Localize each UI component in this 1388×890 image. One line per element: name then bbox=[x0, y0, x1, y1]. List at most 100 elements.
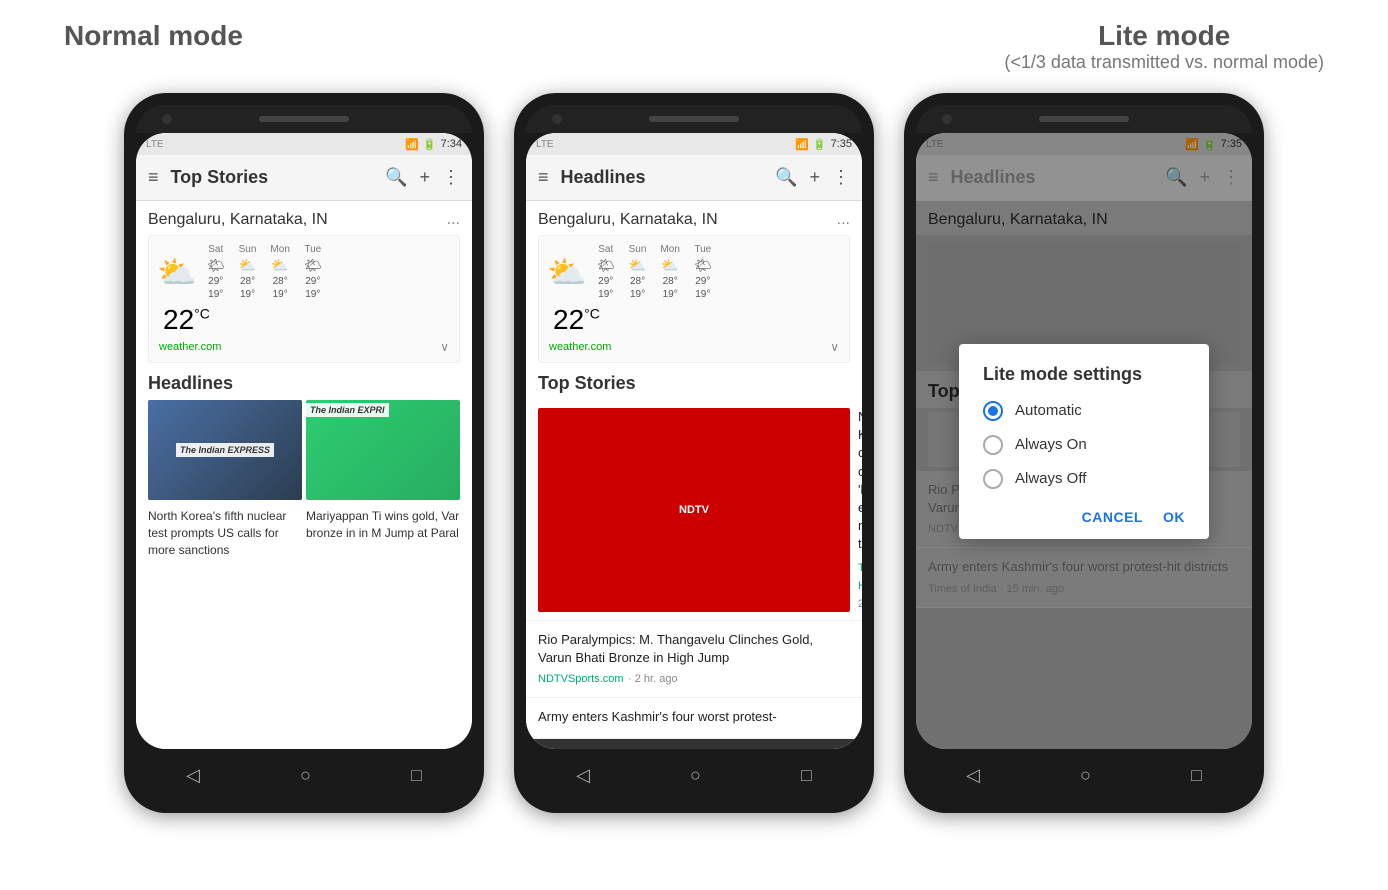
news-source-2: NDTVSports.com bbox=[538, 673, 624, 685]
news-source-1: The Hindu bbox=[858, 562, 862, 592]
dialog-title: Lite mode settings bbox=[983, 364, 1185, 385]
phone-lite: LTE 📶 🔋 7:35 ≡ Headlines 🔍 + ⋮ Bengaluru… bbox=[514, 93, 874, 813]
weather-icon-large-2: ⛅ bbox=[547, 253, 587, 291]
phone-bottom-bar-3: ◁ ○ □ bbox=[916, 749, 1252, 801]
search-icon-2[interactable]: 🔍 bbox=[775, 167, 797, 188]
news-item-1[interactable]: NDTV N. Korea carries out 'biggest ever'… bbox=[526, 400, 862, 621]
speaker-2 bbox=[649, 116, 739, 122]
add-icon-1[interactable]: + bbox=[419, 167, 430, 188]
news-img-2: The Indian EXPRI bbox=[306, 400, 460, 500]
status-time-2: 7:35 bbox=[831, 138, 852, 150]
weather-icon-large-1: ⛅ bbox=[157, 253, 197, 291]
status-time-1: 7:34 bbox=[441, 138, 462, 150]
weather-expand-1[interactable]: ∨ bbox=[440, 340, 449, 354]
weather-widget-1: ⛅ Sat 🌤 29° 19° Sun ⛅ 28° bbox=[148, 235, 460, 363]
phone-top-bar-2 bbox=[526, 105, 862, 133]
lite-mode-settings-dialog: Lite mode settings Automatic Always On bbox=[959, 344, 1209, 539]
dialog-option-always-on[interactable]: Always On bbox=[983, 435, 1185, 455]
more-icon-1[interactable]: ⋮ bbox=[442, 167, 460, 188]
radio-always-on[interactable] bbox=[983, 435, 1003, 455]
weather-day-sun-2: Sun ⛅ 28° 19° bbox=[629, 244, 647, 300]
dialog-option-always-off[interactable]: Always Off bbox=[983, 469, 1185, 489]
radio-always-off[interactable] bbox=[983, 469, 1003, 489]
dialog-cancel-button[interactable]: CANCEL bbox=[1082, 509, 1143, 525]
recent-icon-3[interactable]: □ bbox=[1191, 765, 1202, 786]
phone-bottom-bar-2: ◁ ○ □ bbox=[526, 749, 862, 801]
weather-source-2: weather.com bbox=[549, 341, 611, 353]
content-area-1: Bengaluru, Karnataka, IN ... ⛅ Sat 🌤 29°… bbox=[136, 201, 472, 749]
phone-lite-settings: LTE 📶 🔋 7:35 ≡ Headlines 🔍 + ⋮ Bengaluru… bbox=[904, 93, 1264, 813]
weather-day-tue-2: Tue 🌤 29° 19° bbox=[694, 244, 712, 300]
home-icon-3[interactable]: ○ bbox=[1080, 765, 1091, 786]
home-icon-2[interactable]: ○ bbox=[690, 765, 701, 786]
weather-day-tue-1: Tue 🌤 29° 19° bbox=[304, 244, 322, 300]
phones-container: LTE 📶 🔋 7:34 ≡ Top Stories 🔍 + ⋮ Bengalu… bbox=[124, 93, 1264, 813]
location-row-2: Bengaluru, Karnataka, IN ... bbox=[526, 201, 862, 235]
weather-footer-2: weather.com ∨ bbox=[547, 340, 841, 354]
radio-automatic[interactable] bbox=[983, 401, 1003, 421]
lite-mode-bar: Lite mode enabled SETTINGS bbox=[526, 739, 862, 749]
menu-icon-2[interactable]: ≡ bbox=[538, 167, 549, 188]
news-item-2[interactable]: Rio Paralympics: M. Thangavelu Clinches … bbox=[526, 621, 862, 698]
news-time-2: · 2 hr. ago bbox=[628, 673, 678, 685]
location-dots-1: ... bbox=[447, 211, 460, 229]
weather-source-1: weather.com bbox=[159, 341, 221, 353]
phone-bottom-bar-1: ◁ ○ □ bbox=[136, 749, 472, 801]
news-headline-2: Rio Paralympics: M. Thangavelu Clinches … bbox=[538, 631, 850, 667]
add-icon-2[interactable]: + bbox=[809, 167, 820, 188]
status-bar-1: LTE 📶 🔋 7:34 bbox=[136, 133, 472, 155]
news-img-label-1: The Indian EXPRESS bbox=[176, 443, 274, 457]
recent-icon-2[interactable]: □ bbox=[801, 765, 812, 786]
section-header-1: Headlines bbox=[136, 363, 472, 400]
location-text-2: Bengaluru, Karnataka, IN bbox=[538, 211, 718, 229]
app-toolbar-2: ≡ Headlines 🔍 + ⋮ bbox=[526, 155, 862, 201]
weather-day-sat-1: Sat 🌤 29° 19° bbox=[207, 244, 225, 300]
weather-days-1: Sat 🌤 29° 19° Sun ⛅ 28° 19° bbox=[207, 244, 322, 300]
temp-unit-1: °C bbox=[194, 306, 210, 322]
dialog-label-always-off: Always Off bbox=[1015, 470, 1086, 487]
current-temp-1: 22°C bbox=[157, 304, 451, 336]
home-icon-1[interactable]: ○ bbox=[300, 765, 311, 786]
news-text-1: N. Korea carries out 'biggest ever' nucl… bbox=[858, 408, 862, 612]
weather-expand-2[interactable]: ∨ bbox=[830, 340, 839, 354]
weather-days-2: Sat 🌤 29° 19° Sun ⛅ 28° 19° bbox=[597, 244, 712, 300]
dialog-label-automatic: Automatic bbox=[1015, 402, 1082, 419]
speaker-3 bbox=[1039, 116, 1129, 122]
status-signal-2: 📶 bbox=[795, 138, 809, 151]
weather-day-sun-1: Sun ⛅ 28° 19° bbox=[239, 244, 257, 300]
speaker-1 bbox=[259, 116, 349, 122]
news-item-3[interactable]: Army enters Kashmir's four worst protest… bbox=[526, 698, 862, 739]
search-icon-1[interactable]: 🔍 bbox=[385, 167, 407, 188]
back-icon-2[interactable]: ◁ bbox=[576, 765, 590, 786]
toolbar-title-1: Top Stories bbox=[171, 167, 374, 188]
phone-screen-1: LTE 📶 🔋 7:34 ≡ Top Stories 🔍 + ⋮ Bengalu… bbox=[136, 133, 472, 749]
dialog-option-automatic[interactable]: Automatic bbox=[983, 401, 1185, 421]
news-headline-1: N. Korea carries out 'biggest ever' nucl… bbox=[858, 408, 862, 554]
news-img-1: The Indian EXPRESS bbox=[148, 400, 302, 500]
more-icon-2[interactable]: ⋮ bbox=[832, 167, 850, 188]
dialog-ok-button[interactable]: OK bbox=[1163, 509, 1185, 525]
temp-unit-2: °C bbox=[584, 306, 600, 322]
camera-2 bbox=[552, 114, 562, 124]
menu-icon-1[interactable]: ≡ bbox=[148, 167, 159, 188]
back-icon-3[interactable]: ◁ bbox=[966, 765, 980, 786]
weather-day-mon-1: Mon ⛅ 28° 19° bbox=[270, 244, 289, 300]
weather-day-sat-2: Sat 🌤 29° 19° bbox=[597, 244, 615, 300]
location-dots-2: ... bbox=[837, 211, 850, 229]
lite-mode-sublabel: (<1/3 data transmitted vs. normal mode) bbox=[1004, 52, 1324, 73]
camera-1 bbox=[162, 114, 172, 124]
weather-footer-1: weather.com ∨ bbox=[157, 340, 451, 354]
news-thumb-1: NDTV bbox=[538, 408, 850, 612]
section-header-2: Top Stories bbox=[526, 363, 862, 400]
lite-mode-label: Lite mode bbox=[1098, 20, 1230, 52]
recent-icon-1[interactable]: □ bbox=[411, 765, 422, 786]
dialog-label-always-on: Always On bbox=[1015, 436, 1087, 453]
news-img-label-2: The Indian EXPRI bbox=[306, 403, 389, 417]
phone-top-bar-3 bbox=[916, 105, 1252, 133]
status-bar-2: LTE 📶 🔋 7:35 bbox=[526, 133, 862, 155]
camera-3 bbox=[942, 114, 952, 124]
back-icon-1[interactable]: ◁ bbox=[186, 765, 200, 786]
location-text-1: Bengaluru, Karnataka, IN bbox=[148, 211, 328, 229]
news-images-row-1: The Indian EXPRESS The Indian EXPRI bbox=[136, 400, 472, 500]
status-battery-2: 🔋 bbox=[813, 138, 827, 151]
